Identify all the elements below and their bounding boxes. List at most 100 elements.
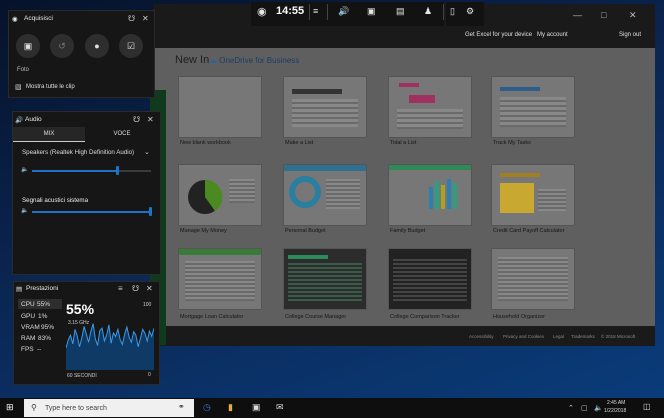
tile-preview [288,263,362,301]
slider-knob[interactable] [149,207,152,216]
slider-knob[interactable] [115,166,119,175]
template-tile-college-comparison[interactable] [388,248,472,310]
graph-min-label: 0 [148,372,151,378]
record-last-button[interactable]: ↺ [50,34,74,58]
close-icon[interactable]: ✕ [142,14,149,23]
footer-link[interactable]: Privacy and Cookies [503,334,544,339]
gear-icon[interactable]: ⚙ [466,6,474,17]
template-tile-make-list[interactable] [283,76,367,138]
template-label: Household Organizer [493,314,545,320]
graph-max-label: 100 [143,302,152,308]
performance-icon: ▤ [16,286,23,293]
tile-preview [498,257,568,301]
template-label: New blank workbook [180,140,231,146]
footer-link[interactable]: Trademarks [571,334,595,339]
slider-fill [32,211,151,213]
minimize-icon[interactable]: — [573,10,582,20]
notifications-icon[interactable]: ◫ [643,402,651,411]
volume-icon: 🔈 [21,167,29,173]
phone-icon[interactable]: ▯ [450,6,455,17]
performance-widget-icon[interactable]: ▤ [396,6,405,17]
mail-icon[interactable]: ✉ [276,402,284,413]
speaker-volume-slider[interactable] [32,170,151,172]
tile-preview [229,179,255,203]
close-icon[interactable]: ✕ [629,10,637,21]
microphone-icon[interactable]: ⚭ [178,402,185,411]
template-label: Mortgage Loan Calculator [180,314,244,320]
xbox-icon[interactable]: ◉ [257,5,267,18]
template-tile-college-course[interactable] [283,248,367,310]
template-tile-household[interactable] [491,248,575,310]
tile-preview [188,179,223,214]
template-tile-manage-money[interactable] [178,164,262,226]
my-account-link[interactable]: My account [537,32,568,38]
tile-preview [409,95,435,103]
stat-gpu-value: 1% [38,313,48,320]
divider [327,4,328,20]
tile-preview [389,165,471,170]
network-icon[interactable]: ▢ [581,404,588,412]
template-tile-total-list[interactable] [388,76,472,138]
mic-toggle-button[interactable]: ☑ [119,34,143,58]
taskbar-date[interactable]: 1/22/2018 [604,408,626,414]
template-tile-track-tasks[interactable] [491,76,575,138]
windows-start-icon[interactable]: ⊞ [6,402,14,413]
tile-preview [289,176,321,208]
template-label: Family Budget [390,228,426,234]
tab-voice[interactable]: VOCE [86,127,158,141]
sign-out-link[interactable]: Sign out [619,32,641,38]
audio-device-select[interactable]: Speakers (Realtek High Definition Audio) [22,149,134,156]
system-volume-slider[interactable] [32,211,151,213]
footer-link[interactable]: Accessibility [469,334,494,339]
mic-muted-icon: ☑ [126,41,136,51]
chevron-up-icon[interactable]: ⌃ [568,404,574,412]
stat-fps-label[interactable]: FPS [21,346,34,353]
stat-cpu-value: 55% [37,301,51,308]
slider-fill [32,170,118,172]
template-tile-mortgage[interactable] [178,248,262,310]
pin-icon[interactable]: ☋ [132,284,139,293]
taskbar-time[interactable]: 2:45 AM [607,400,625,406]
template-tile-blank[interactable] [178,76,262,138]
template-label: Total a List [390,140,417,146]
menu-icon[interactable]: ≡ [313,6,318,16]
stat-vram-value: 95% [41,324,55,331]
audio-widget-icon[interactable]: 🔊 [338,6,349,17]
settings-sliders-icon[interactable]: ≡ [118,284,123,293]
template-label: Manage My Money [180,228,227,234]
stat-gpu-label[interactable]: GPU [21,313,35,320]
stat-ram-label[interactable]: RAM [21,335,35,342]
record-button[interactable]: ● [85,34,109,58]
tile-preview [393,259,467,301]
game-bar-clock: 14:55 [276,5,305,17]
get-excel-link[interactable]: Get Excel for your device [465,32,532,38]
pin-icon[interactable]: ☋ [128,14,135,23]
capture-widget-icon[interactable]: ▣ [367,6,376,17]
footer-link[interactable]: Legal [553,334,564,339]
tile-preview [500,87,540,91]
file-explorer-icon[interactable]: ▮ [228,402,233,413]
tab-mix[interactable]: MIX [13,127,85,142]
audio-widget-title: Audio [25,116,42,123]
social-widget-icon[interactable]: ♟ [424,6,432,17]
pin-icon[interactable]: ☋ [133,115,140,124]
template-label: Make a List [285,140,314,146]
screenshot-button[interactable]: ▣ [16,34,40,58]
close-icon[interactable]: ✕ [146,284,153,293]
template-tile-personal-budget[interactable] [283,164,367,226]
close-icon[interactable]: ✕ [147,115,154,124]
cloud-icon: ☁ [209,56,217,65]
template-tile-family-budget[interactable] [388,164,472,226]
template-tile-credit-card[interactable] [491,164,575,226]
edge-browser-icon[interactable]: ◷ [203,402,211,413]
volume-icon[interactable]: 🔈 [594,404,603,412]
maximize-icon[interactable]: □ [601,10,606,20]
show-all-clips-link[interactable]: Mostra tutte le clip [26,84,75,90]
stat-cpu-label[interactable]: CPU [21,301,35,308]
store-icon[interactable]: ▣ [252,402,261,413]
search-icon: ⚲ [31,403,37,412]
record-dot-icon: ● [94,41,100,51]
stat-vram-label[interactable]: VRAM [21,324,40,331]
onedrive-location[interactable]: ☁ OneDrive for Business [209,56,299,65]
chevron-down-icon[interactable]: ⌄ [144,148,150,156]
